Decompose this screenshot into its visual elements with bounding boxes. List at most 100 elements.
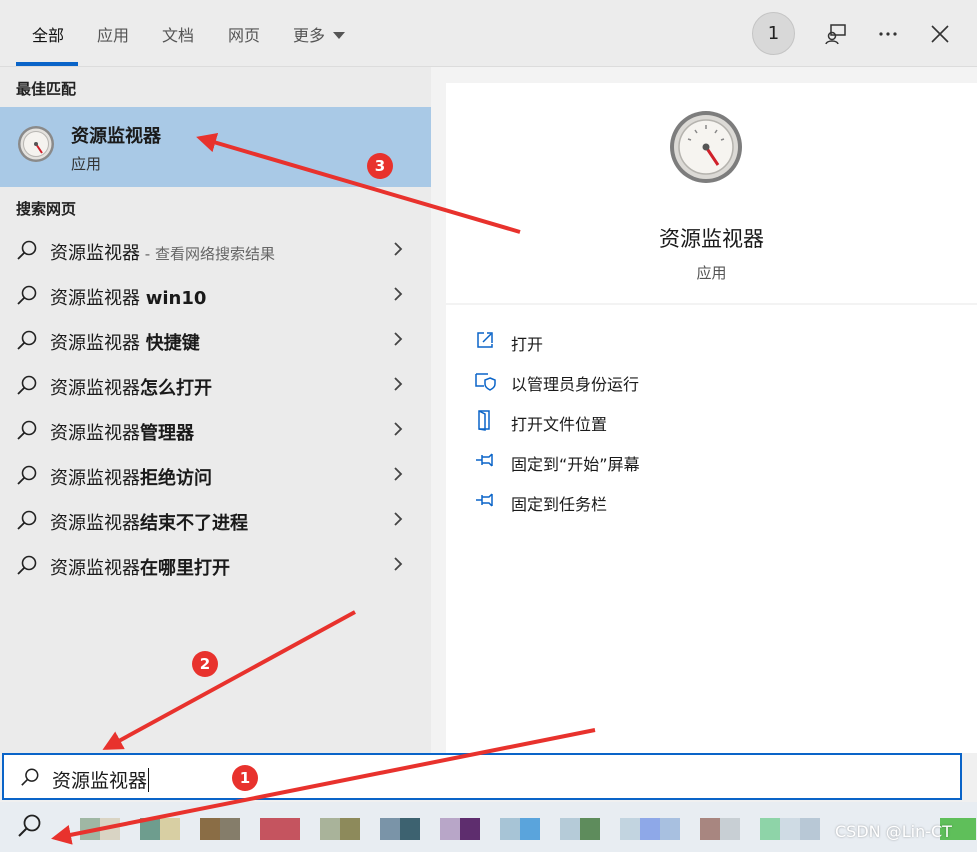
web-search-item-bold: 快捷键 (145, 333, 200, 354)
taskbar-app-icon[interactable] (260, 818, 300, 840)
taskbar-search-icon[interactable] (14, 812, 44, 842)
admin-shield-icon (475, 373, 496, 391)
preview-subtitle: 应用 (696, 264, 727, 282)
annotation-marker-2: 2 (192, 651, 218, 677)
resource-monitor-icon (670, 111, 742, 183)
taskbar-app-icon[interactable] (460, 818, 480, 840)
pin-icon (476, 493, 493, 507)
results-pane: 最佳匹配 资源监视器 应用 搜索网页 资源监视器 - 查看网络搜索结果 资源监视… (0, 67, 431, 753)
search-icon (21, 768, 39, 786)
taskbar-app-icon[interactable] (620, 818, 640, 840)
taskbar-app-icon[interactable] (720, 818, 740, 840)
taskbar-app-icon[interactable] (220, 818, 240, 840)
taskbar-app-icon[interactable] (400, 818, 420, 840)
web-search-item[interactable]: 资源监视器 快捷键 (0, 318, 431, 363)
web-search-item-text: 资源监视器 (50, 468, 140, 489)
taskbar-app-icon[interactable] (140, 818, 160, 840)
preview-pane: 资源监视器 应用 打开 以管理员身份运行 打开文件位置 固定到“开始”屏幕 固定… (431, 67, 977, 753)
web-search-item-text: 资源监视器 (50, 558, 140, 579)
best-match-heading: 最佳匹配 (16, 80, 77, 98)
taskbar-app-icon[interactable] (700, 818, 720, 840)
action-label: 固定到“开始”屏幕 (511, 455, 640, 474)
web-search-item-bold: 怎么打开 (140, 378, 212, 399)
web-search-item[interactable]: 资源监视器怎么打开 (0, 363, 431, 408)
action-list: 打开 以管理员身份运行 打开文件位置 固定到“开始”屏幕 固定到任务栏 (446, 305, 977, 753)
taskbar-app-icon[interactable] (640, 818, 660, 840)
tab-documents[interactable]: 文档 (162, 22, 194, 46)
chevron-right-icon (394, 242, 403, 256)
web-search-item-bold: 拒绝访问 (140, 468, 212, 489)
web-search-item[interactable]: 资源监视器 win10 (0, 273, 431, 318)
taskbar-app-icon[interactable] (660, 818, 680, 840)
more-options-icon[interactable] (874, 20, 902, 48)
web-search-item-text: 资源监视器 (50, 513, 140, 534)
taskbar-app-icon[interactable] (500, 818, 520, 840)
web-search-item-text: 资源监视器 (50, 243, 140, 264)
pin-icon (476, 453, 493, 467)
search-icon (17, 555, 37, 575)
tab-more[interactable]: 更多 (293, 22, 346, 46)
search-icon (17, 285, 37, 305)
search-query-text: 资源监视器 (52, 770, 148, 792)
taskbar-app-icon[interactable] (800, 818, 820, 840)
web-search-item[interactable]: 资源监视器在哪里打开 (0, 543, 431, 588)
chevron-right-icon (394, 512, 403, 526)
web-search-item-text: 资源监视器 (50, 333, 146, 354)
chevron-right-icon (394, 377, 403, 391)
taskbar-app-icon[interactable] (80, 818, 100, 840)
web-search-item[interactable]: 资源监视器结束不了进程 (0, 498, 431, 543)
web-search-item[interactable]: 资源监视器管理器 (0, 408, 431, 453)
search-input[interactable]: 资源监视器 (52, 766, 150, 793)
search-icon (17, 465, 37, 485)
web-search-item-bold: 管理器 (140, 423, 194, 444)
taskbar-app-icon[interactable] (200, 818, 220, 840)
taskbar-app-icon[interactable] (320, 818, 340, 840)
annotation-marker-1: 1 (232, 765, 258, 791)
best-match-subtitle: 应用 (71, 155, 102, 173)
taskbar-app-icon[interactable] (440, 818, 460, 840)
app-preview-card: 资源监视器 应用 (446, 83, 977, 303)
web-search-item-bold: win10 (145, 288, 207, 309)
chevron-down-icon (333, 32, 346, 39)
web-search-item[interactable]: 资源监视器 - 查看网络搜索结果 (0, 228, 431, 273)
taskbar-app-icon[interactable] (100, 818, 120, 840)
web-search-item-hint: - 查看网络搜索结果 (140, 245, 275, 263)
best-match-title: 资源监视器 (71, 126, 161, 147)
chevron-right-icon (394, 332, 403, 346)
taskbar-app-icon[interactable] (780, 818, 800, 840)
search-box[interactable]: 资源监视器 (2, 753, 962, 800)
web-search-item-bold: 结束不了进程 (140, 513, 248, 534)
tab-web[interactable]: 网页 (228, 22, 260, 46)
file-location-icon (478, 410, 490, 431)
web-search-item-bold: 在哪里打开 (140, 558, 230, 579)
web-search-item-text: 资源监视器 (50, 423, 140, 444)
close-icon[interactable] (926, 20, 954, 48)
watermark: CSDN @Lin-CT (835, 822, 952, 841)
preview-title: 资源监视器 (659, 227, 764, 251)
taskbar-app-icon[interactable] (760, 818, 780, 840)
taskbar-app-icon[interactable] (340, 818, 360, 840)
taskbar-app-icon[interactable] (380, 818, 400, 840)
tab-apps[interactable]: 应用 (97, 22, 129, 46)
search-icon (17, 240, 37, 260)
text-cursor (148, 768, 150, 792)
taskbar-app-icon[interactable] (560, 818, 580, 840)
tab-all[interactable]: 全部 (32, 22, 64, 46)
best-match-item[interactable]: 资源监视器 应用 (0, 107, 431, 187)
annotation-marker-3: 3 (367, 153, 393, 179)
open-window-icon (477, 332, 493, 348)
search-icon (17, 510, 37, 530)
rewards-badge[interactable]: 1 (752, 12, 795, 55)
web-search-item[interactable]: 资源监视器拒绝访问 (0, 453, 431, 498)
chevron-right-icon (394, 467, 403, 481)
taskbar-app-icon[interactable] (580, 818, 600, 840)
taskbar (0, 802, 977, 852)
search-icon (17, 375, 37, 395)
action-label: 以管理员身份运行 (511, 375, 640, 394)
taskbar-app-icon[interactable] (160, 818, 180, 840)
tab-more-label: 更多 (293, 26, 326, 45)
search-icon (17, 330, 37, 350)
taskbar-app-icon[interactable] (520, 818, 540, 840)
chevron-right-icon (394, 557, 403, 571)
feedback-icon[interactable] (822, 20, 850, 48)
